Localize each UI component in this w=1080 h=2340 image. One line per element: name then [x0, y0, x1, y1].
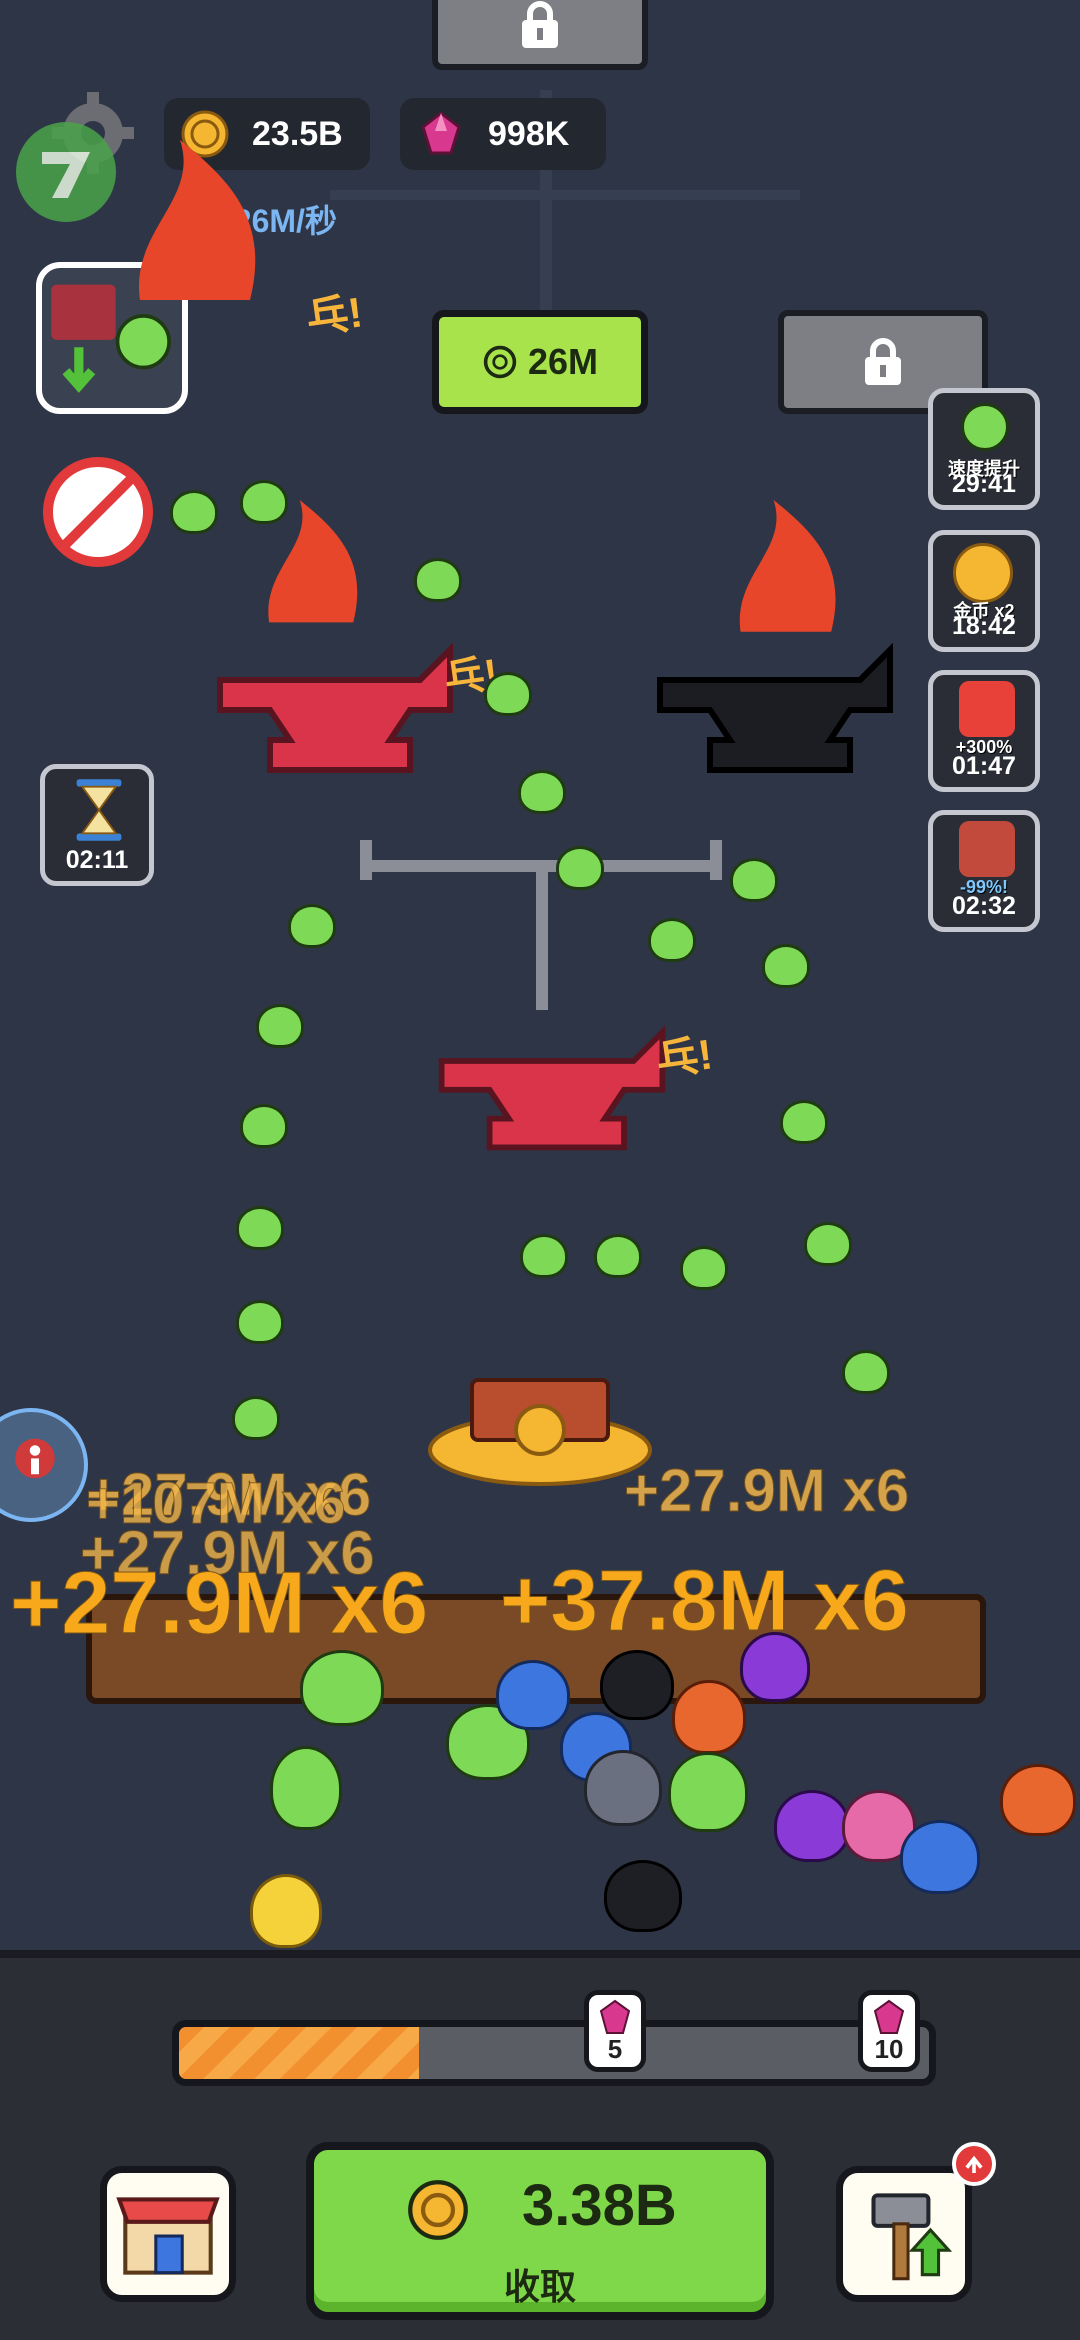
- slime: [300, 1650, 384, 1726]
- progress-reward-marker[interactable]: 5: [584, 1990, 646, 2072]
- marker-value: 5: [607, 2034, 623, 2064]
- collect-amount: 3.38B: [522, 2173, 677, 2238]
- helper-button[interactable]: [0, 1408, 88, 1522]
- slime-blue: [900, 1820, 980, 1894]
- slime-black: [600, 1650, 674, 1720]
- slime: [842, 1350, 890, 1394]
- slime: [680, 1246, 728, 1290]
- upgrade-slot-price: 26M: [527, 341, 599, 382]
- slime: [804, 1222, 852, 1266]
- income-popup: +27.9M x6: [623, 1457, 910, 1525]
- slime-orange: [672, 1680, 746, 1754]
- flame-icon: [739, 500, 836, 632]
- conveyor-rail: [710, 840, 722, 880]
- lock-icon: [522, 1, 558, 48]
- shop-button[interactable]: [100, 2166, 236, 2302]
- upgrade-alert-icon: [952, 2142, 996, 2186]
- boost-power-card[interactable]: +300% 01:47: [928, 670, 1040, 792]
- income-popup: +37.8M x6: [500, 1553, 910, 1650]
- hourglass-card[interactable]: 02:11: [40, 764, 154, 886]
- slime: [236, 1206, 284, 1250]
- slime: [668, 1752, 748, 1832]
- anvil-right[interactable]: [650, 620, 900, 790]
- shop-icon: [116, 2197, 220, 2275]
- hit-text: 乓!: [303, 288, 366, 343]
- boost-coins-card[interactable]: 金币 x2 18:42: [928, 530, 1040, 652]
- slime: [240, 1104, 288, 1148]
- no-ads-icon[interactable]: [42, 456, 154, 568]
- progress-fill: [179, 2027, 419, 2079]
- income-popup: +27.9M x6: [9, 1553, 429, 1653]
- progress-bar: [172, 2020, 936, 2086]
- slime: [730, 858, 778, 902]
- slime-blue: [496, 1660, 570, 1730]
- gem-counter: 998K: [400, 98, 606, 170]
- anvil-boost-icon: [959, 821, 1015, 877]
- hammer-upgrade-button[interactable]: [836, 2166, 972, 2302]
- slime: [484, 672, 532, 716]
- slime: [518, 770, 566, 814]
- slime: [762, 944, 810, 988]
- fire-hammer-icon: [959, 681, 1015, 737]
- slime-orange: [1000, 1764, 1076, 1836]
- slime-purple: [774, 1790, 850, 1862]
- hourglass-icon: [76, 779, 122, 841]
- anvil-center[interactable]: [432, 1000, 672, 1170]
- coin-stack-icon: [953, 543, 1013, 603]
- floor-line: [330, 190, 800, 200]
- hourglass-timer: 02:11: [65, 846, 129, 874]
- hammer-upgrade-icon: [871, 2193, 953, 2281]
- slime: [240, 480, 288, 524]
- gem-icon: [873, 1999, 905, 2034]
- boost-speed-card[interactable]: 速度提升 29:41: [928, 388, 1040, 510]
- slime: [594, 1234, 642, 1278]
- conveyor-rail: [536, 870, 548, 1010]
- coin-icon: [408, 2180, 468, 2240]
- gem-icon: [599, 1999, 631, 2034]
- boost-timer: 01:47: [952, 752, 1016, 780]
- slime: [648, 918, 696, 962]
- collect-button[interactable]: 3.38B 收取: [306, 2142, 774, 2320]
- boost-cooldown-card[interactable]: -99%! 02:32: [928, 810, 1040, 932]
- slime: [232, 1396, 280, 1440]
- slime: [780, 1100, 828, 1144]
- game-field: 23.5B 998K 426M/秒 26M 速度提升 29:41 金币 x2 1…: [0, 0, 1080, 1950]
- slime: [414, 558, 462, 602]
- anvil-left[interactable]: [210, 620, 460, 790]
- boost-timer: 02:32: [952, 892, 1016, 920]
- flame-icon: [139, 140, 256, 300]
- slime: [170, 490, 218, 534]
- lock-icon: [865, 338, 901, 385]
- slime: [256, 1004, 304, 1048]
- boost-timer: 18:42: [952, 612, 1016, 640]
- boost-timer: 29:41: [952, 470, 1016, 498]
- marker-value: 10: [874, 2034, 904, 2064]
- slime: [520, 1234, 568, 1278]
- gem-amount: 998K: [488, 114, 570, 153]
- coin-icon: [483, 345, 517, 379]
- slime: [270, 1746, 342, 1830]
- hit-text: 乓!: [653, 1030, 716, 1085]
- progress-reward-marker[interactable]: 10: [858, 1990, 920, 2072]
- slime-icon: [961, 403, 1009, 451]
- slime: [288, 904, 336, 948]
- slime-black: [604, 1860, 682, 1932]
- locked-slot-top[interactable]: [432, 0, 648, 70]
- slime: [556, 846, 604, 890]
- upgrade-slot-button[interactable]: 26M: [432, 310, 648, 414]
- collect-label: 收取: [503, 2266, 576, 2307]
- slime: [236, 1300, 284, 1344]
- slime-yellow: [250, 1874, 322, 1948]
- slime-grey: [584, 1750, 662, 1826]
- gem-icon: [421, 111, 461, 155]
- app-badge-icon: [16, 122, 116, 222]
- person-icon: [15, 1438, 55, 1479]
- conveyor-rail: [360, 840, 372, 880]
